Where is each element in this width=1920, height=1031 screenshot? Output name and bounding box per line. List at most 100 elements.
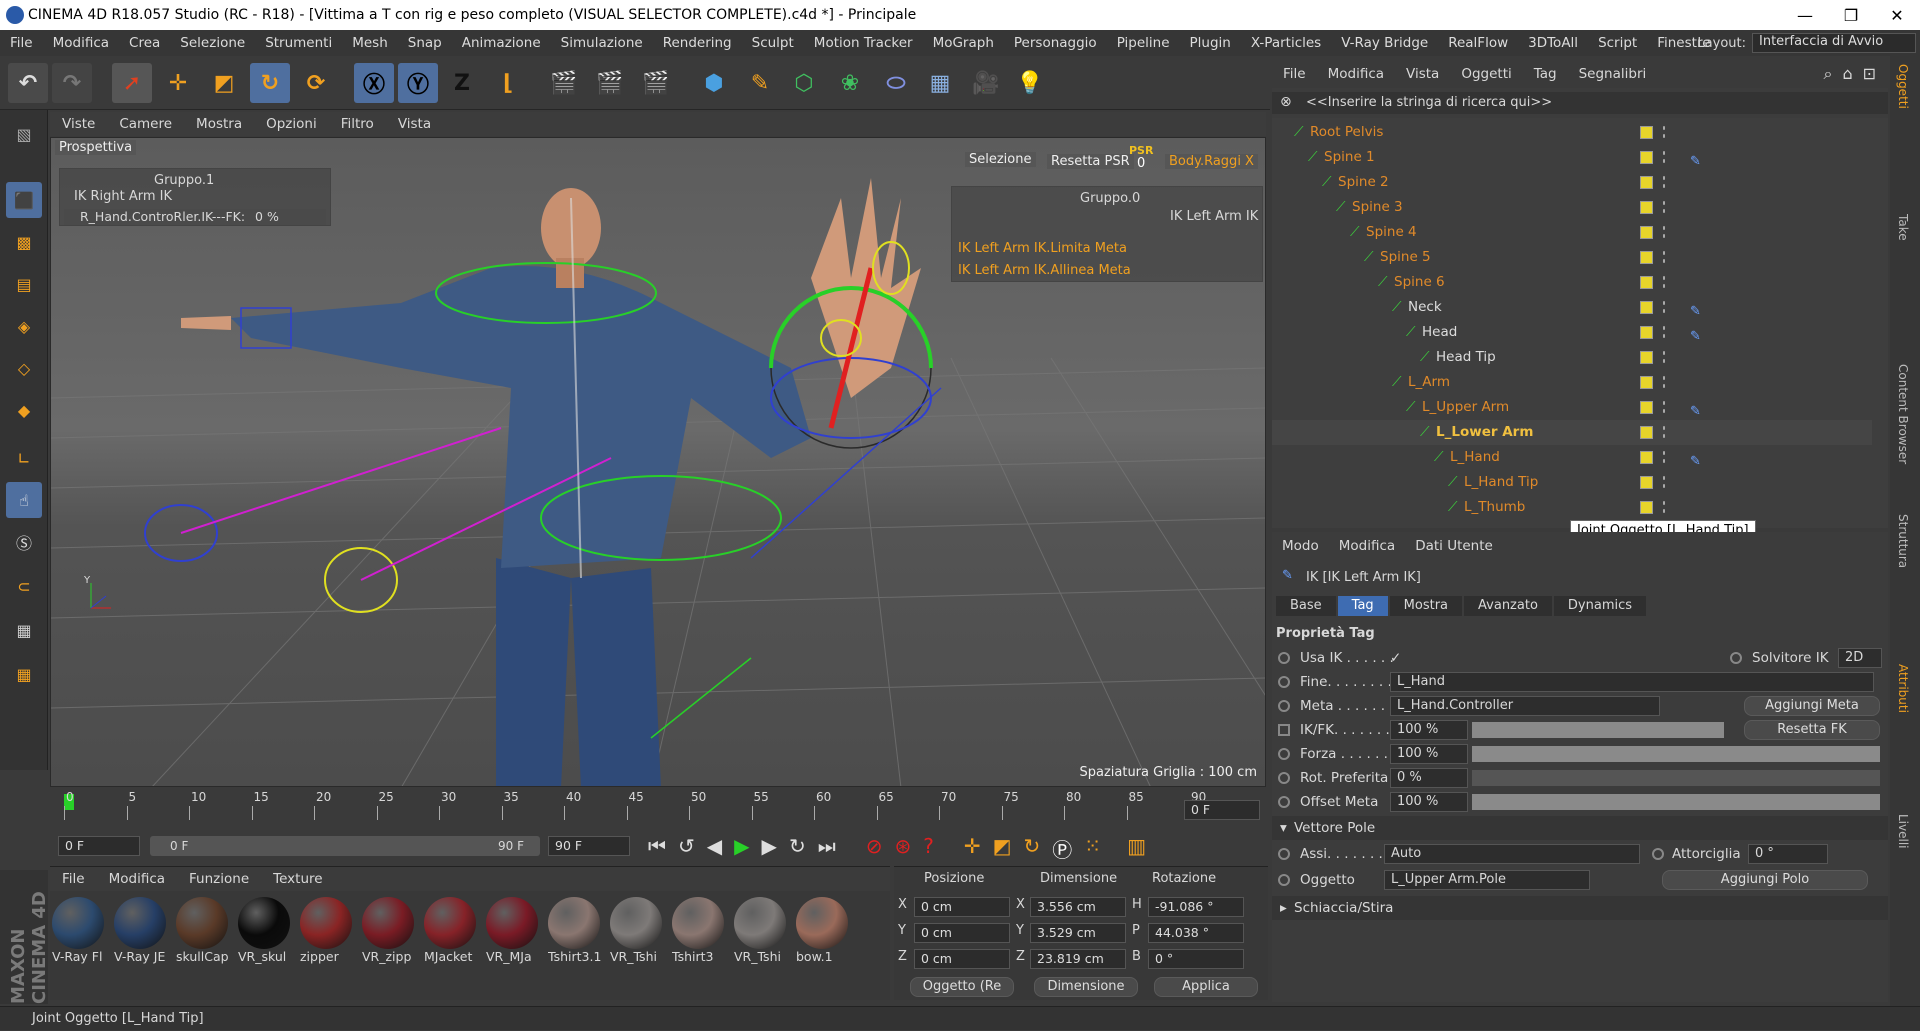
attr-tab-dynamics[interactable]: Dynamics	[1553, 596, 1647, 616]
axes-dropdown[interactable]: Auto	[1384, 844, 1640, 864]
home-icon[interactable]: ⌂	[1842, 64, 1852, 84]
object-menu-item-3[interactable]: Oggetti	[1450, 66, 1522, 82]
menu-item-3[interactable]: Selezione	[170, 35, 255, 51]
viewport-menu-item-3[interactable]: Opzioni	[254, 116, 329, 132]
pole-vector-section[interactable]: ▾ Vettore Pole	[1272, 816, 1888, 840]
group0-label[interactable]: Gruppo.0	[1080, 191, 1140, 206]
viewport-menu-item-2[interactable]: Mostra	[184, 116, 254, 132]
goal-offset-slider[interactable]	[1472, 794, 1880, 810]
editor-render-dots-icon[interactable]	[1662, 374, 1666, 390]
axes-anim-dot[interactable]	[1278, 848, 1290, 860]
coord-size-dropdown[interactable]: Dimensione	[1034, 977, 1138, 997]
workplane-icon[interactable]: ▤	[6, 266, 42, 302]
tree-row[interactable]: ⟋ Spine 5	[1272, 245, 1872, 270]
solver-anim-dot[interactable]	[1730, 652, 1742, 664]
render-view-icon[interactable]: 🎬	[544, 63, 584, 103]
pen-spline-icon[interactable]: ✎	[740, 63, 780, 103]
undo-icon[interactable]: ↶	[8, 63, 48, 103]
apply-button[interactable]: Applica	[1154, 977, 1258, 997]
menu-item-17[interactable]: V-Ray Bridge	[1331, 35, 1438, 51]
menu-item-4[interactable]: Strumenti	[255, 35, 342, 51]
end-link-field[interactable]: L_Hand	[1390, 672, 1874, 692]
minimize-button[interactable]: —	[1782, 0, 1828, 30]
subdivision-icon[interactable]: ⬡	[784, 63, 824, 103]
visibility-icon[interactable]	[1640, 476, 1653, 489]
material-item[interactable]: V-Ray JE	[114, 897, 170, 964]
object-search-input[interactable]: <<Inserire la stringa di ricerca qui>>	[1272, 92, 1888, 114]
parameter-key-icon[interactable]: Ⓟ	[1052, 834, 1072, 863]
tree-row[interactable]: ⟋ Head ✎	[1272, 320, 1872, 345]
points-mode-icon[interactable]: ◈	[6, 308, 42, 344]
object-menu-item-0[interactable]: File	[1272, 66, 1317, 82]
goal-offset-anim-dot[interactable]	[1278, 796, 1290, 808]
ikfk-anim-dot[interactable]	[1278, 724, 1290, 736]
editor-render-dots-icon[interactable]	[1662, 349, 1666, 365]
go-to-start-icon[interactable]: ⏮	[648, 834, 666, 863]
coord-mode-dropdown[interactable]: Oggetto (Re	[910, 977, 1014, 997]
3d-viewport[interactable]: Y Prospettiva Gruppo.1 IK Right Arm IK R…	[50, 137, 1266, 787]
make-editable-icon[interactable]: ▧	[6, 116, 42, 152]
cloner-icon[interactable]: ❀	[830, 63, 870, 103]
twist-field[interactable]: 0 °	[1748, 844, 1828, 864]
selezione-button[interactable]: Selezione	[965, 152, 1036, 167]
menu-item-13[interactable]: Personaggio	[1004, 35, 1107, 51]
tree-row[interactable]: ⟋ Head Tip	[1272, 345, 1872, 370]
viewport-menu-item-5[interactable]: Vista	[386, 116, 443, 132]
point-level-icon[interactable]: ⁙	[1084, 834, 1101, 863]
twist-anim-dot[interactable]	[1652, 848, 1664, 860]
material-item[interactable]: VR_skul	[238, 897, 294, 964]
menu-item-2[interactable]: Crea	[119, 35, 170, 51]
visibility-icon[interactable]	[1640, 451, 1653, 464]
position-key-icon[interactable]: ✛	[964, 834, 981, 863]
autokey-icon[interactable]: ⊛	[894, 834, 911, 863]
keyframe-selection-icon[interactable]: ?	[923, 834, 934, 863]
use-ik-checkbox[interactable]: ✓	[1390, 646, 1401, 670]
menu-item-1[interactable]: Modifica	[43, 35, 119, 51]
workplane-lock-icon[interactable]: ▦	[6, 612, 42, 648]
viewport-menu-item-4[interactable]: Filtro	[329, 116, 386, 132]
edges-mode-icon[interactable]: ◇	[6, 350, 42, 386]
ikfk-slider[interactable]	[1472, 722, 1724, 738]
tree-row[interactable]: ⟋ Root Pelvis	[1272, 120, 1872, 145]
editor-render-dots-icon[interactable]	[1662, 474, 1666, 490]
grid-snap-icon[interactable]: ▦	[6, 656, 42, 692]
go-to-end-icon[interactable]: ⏭	[818, 834, 836, 863]
visibility-icon[interactable]	[1640, 376, 1653, 389]
strength-slider[interactable]	[1472, 746, 1880, 762]
menu-item-11[interactable]: Motion Tracker	[804, 35, 923, 51]
editor-render-dots-icon[interactable]	[1662, 174, 1666, 190]
select-tool-icon[interactable]: ➚	[112, 63, 152, 103]
visibility-icon[interactable]	[1640, 201, 1653, 214]
tree-row[interactable]: ⟋ L_Upper Arm ✎	[1272, 395, 1872, 420]
preferred-rotation-anim-dot[interactable]	[1278, 772, 1290, 784]
side-tab-struttura[interactable]: Struttura	[1896, 514, 1910, 568]
editor-render-dots-icon[interactable]	[1662, 124, 1666, 140]
editor-render-dots-icon[interactable]	[1662, 324, 1666, 340]
light-icon[interactable]: 💡	[1010, 63, 1050, 103]
editor-render-dots-icon[interactable]	[1662, 149, 1666, 165]
side-tab-take[interactable]: Take	[1896, 214, 1910, 241]
tree-row[interactable]: ⟋ Spine 6	[1272, 270, 1872, 295]
scale-key-icon[interactable]: ◩	[993, 834, 1012, 863]
material-item[interactable]: VR_zipp	[362, 897, 418, 964]
goal-offset-field[interactable]: 100 %	[1390, 792, 1468, 812]
record-active-icon[interactable]: ⊘	[866, 834, 883, 863]
coord-field[interactable]: 0 cm	[914, 923, 1010, 943]
ikfk-field[interactable]: 100 %	[1390, 720, 1468, 740]
material-item[interactable]: zipper	[300, 897, 356, 964]
pole-object-link-field[interactable]: L_Upper Arm.Pole	[1384, 870, 1590, 890]
next-frame-icon[interactable]: ▶	[762, 834, 777, 863]
object-menu-item-1[interactable]: Modifica	[1317, 66, 1395, 82]
tree-row[interactable]: ⟋ L_Arm	[1272, 370, 1872, 395]
coordinate-system-icon[interactable]: ⌊	[488, 63, 528, 103]
side-tab-content-browser[interactable]: Content Browser	[1896, 364, 1910, 464]
side-tab-attributi[interactable]: Attributi	[1896, 664, 1910, 713]
object-menu-item-4[interactable]: Tag	[1523, 66, 1568, 82]
ik-tag-icon[interactable]: ✎	[1690, 299, 1708, 319]
preferred-rotation-field[interactable]: 0 %	[1390, 768, 1468, 788]
visibility-icon[interactable]	[1640, 426, 1653, 439]
goal-anim-dot[interactable]	[1278, 700, 1290, 712]
render-settings-icon[interactable]: 🎬	[636, 63, 676, 103]
play-icon[interactable]: ▶	[734, 834, 749, 863]
recent-tool-icon[interactable]: ⟳	[296, 63, 336, 103]
